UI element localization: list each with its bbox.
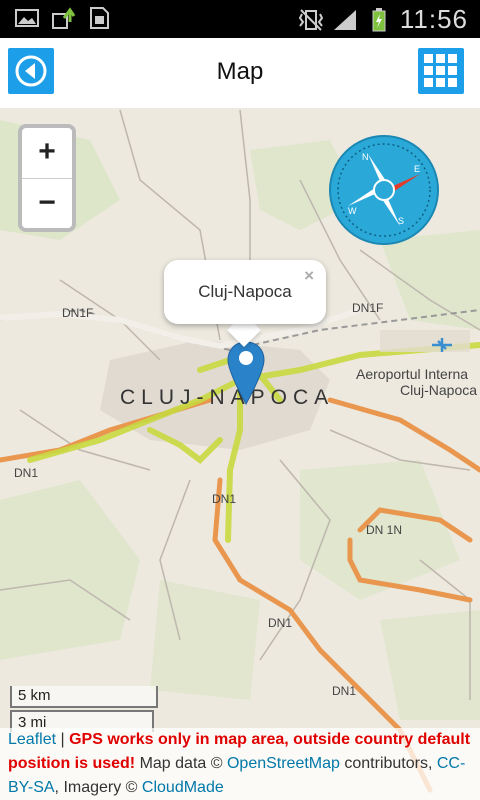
road-label: DN1 xyxy=(332,684,357,698)
svg-text:E: E xyxy=(414,164,420,174)
zoom-in-button[interactable]: + xyxy=(22,128,72,179)
road-label: DN1 xyxy=(14,466,39,480)
zoom-out-button[interactable]: − xyxy=(22,179,72,229)
zoom-control: + − xyxy=(18,124,76,232)
status-time: 11:56 xyxy=(399,4,468,34)
map-data-text: Map data © xyxy=(135,755,227,772)
vibrate-icon xyxy=(298,8,324,31)
location-marker-icon[interactable] xyxy=(226,340,266,406)
imagery-text: , Imagery © xyxy=(54,779,142,796)
road-label: DN1 xyxy=(268,616,293,630)
grid-icon xyxy=(424,54,457,87)
sim-card-icon xyxy=(90,7,109,29)
airport-label: Aeroportul Interna Cluj-Napoca xyxy=(356,366,478,398)
attribution-separator: | xyxy=(56,731,70,748)
image-icon xyxy=(15,9,39,27)
svg-text:N: N xyxy=(362,152,369,162)
compass-icon: N E S W xyxy=(329,135,439,245)
attribution: Leaflet | GPS works only in map area, ou… xyxy=(0,728,480,800)
contributors-text: contributors, xyxy=(339,755,437,772)
road-label: DN 1N xyxy=(366,523,403,537)
upload-icon xyxy=(52,7,76,29)
marker-popup: Cluj-Napoca × xyxy=(164,260,326,324)
app-bar: Map xyxy=(0,38,480,109)
page-title: Map xyxy=(216,58,264,85)
svg-text:W: W xyxy=(348,206,357,216)
cloudmade-link[interactable]: CloudMade xyxy=(142,779,224,796)
battery-charging-icon xyxy=(372,7,386,31)
scale-km: 5 km xyxy=(10,686,158,708)
signal-icon xyxy=(333,9,356,30)
svg-text:S: S xyxy=(398,216,404,226)
leaflet-link[interactable]: Leaflet xyxy=(8,731,56,748)
road-label: DN1F xyxy=(62,306,94,320)
scale-bar: 5 km 3 mi xyxy=(10,686,158,732)
grid-menu-button[interactable] xyxy=(418,48,464,94)
road-label: DN1F xyxy=(352,301,384,315)
status-bar: 11:56 xyxy=(0,0,480,38)
road-label: DN1 xyxy=(212,492,237,506)
openstreetmap-link[interactable]: OpenStreetMap xyxy=(227,755,340,772)
popup-close-button[interactable]: × xyxy=(304,266,314,286)
popup-text: Cluj-Napoca xyxy=(198,282,292,301)
